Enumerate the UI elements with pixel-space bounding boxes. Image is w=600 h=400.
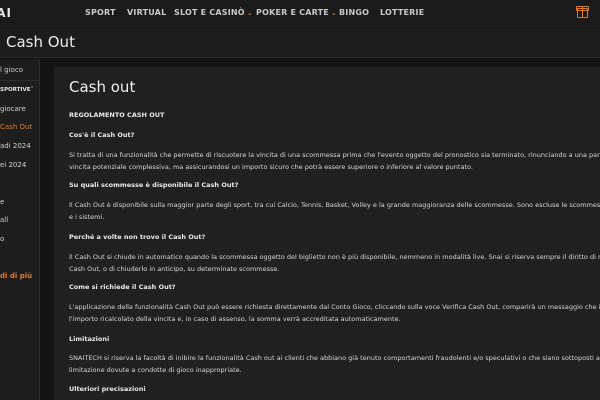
chevron-up-icon[interactable]: ⌃ [30, 86, 34, 92]
faq-question: Cos'è il Cash Out? [69, 131, 135, 139]
sidebar-item-2024-a[interactable]: adi 2024 [0, 142, 31, 150]
faq-question: Su quali scommesse è disponibile il Cash… [69, 181, 239, 189]
nav-item-virtual[interactable]: VIRTUAL [127, 8, 166, 17]
sidebar-item-gioco[interactable]: l gioco [0, 66, 23, 74]
faq-question: Come si richiede il Cash Out? [69, 283, 176, 291]
nav-item-poker-carte[interactable]: POKER E CARTE ⌄ [256, 8, 337, 17]
sidebar: l gioco SPORTIVE ⌃ giocare Cash Out adi … [0, 59, 40, 400]
faq-answer-line: L'applicazione della funzionalità Cash O… [69, 303, 600, 311]
faq-answer-line: Il Cash Out si chiude in automatico quan… [69, 253, 600, 261]
faq-question: Ulteriori precisazioni [69, 385, 146, 393]
gift-icon[interactable] [576, 6, 589, 18]
faq-answer-line: SNAITECH si riserva la facoltà di inibir… [69, 354, 600, 362]
logo[interactable]: SNAI [0, 6, 12, 20]
faq-answer-line: vincita potenziale complessiva, ma assic… [69, 163, 473, 171]
sidebar-section-sportive[interactable]: SPORTIVE [0, 87, 30, 93]
sidebar-item-o[interactable]: o [0, 235, 4, 243]
sidebar-item-cash-out[interactable]: Cash Out [0, 123, 32, 131]
sidebar-more-link[interactable]: di di più [0, 272, 32, 280]
faq-answer-line: e i sistemi. [69, 213, 105, 221]
content-title: Cash out [69, 78, 136, 96]
sidebar-item-2024-b[interactable]: ei 2024 [0, 161, 26, 169]
nav-item-slot-casino-label: SLOT E CASINÒ [174, 8, 245, 17]
nav-item-slot-casino[interactable]: SLOT E CASINÒ ⌄ [174, 8, 253, 17]
chevron-down-icon: ⌄ [330, 9, 337, 17]
faq-answer-line: l'importo ricalcolato della vincita e, i… [69, 315, 401, 323]
faq-question: Limitazioni [69, 335, 110, 343]
faq-answer-line: limitazione dovute a condotte di gioco i… [69, 366, 242, 374]
page-title: Cash Out [6, 33, 75, 51]
nav-item-bingo[interactable]: BINGO [339, 8, 369, 17]
top-navigation-bar: SNAI SPORT VIRTUAL SLOT E CASINÒ⌄ POKER … [0, 0, 600, 27]
sidebar-divider [0, 80, 40, 81]
nav-item-poker-carte-label: POKER E CARTE [256, 8, 329, 17]
faq-answer-line: Cash Out, o di chiuderlo in anticipo, su… [69, 265, 280, 273]
chevron-down-icon: ⌄ [246, 9, 253, 17]
nav-item-lotterie[interactable]: LOTTERIE [380, 8, 424, 17]
faq-question: Perché a volte non trovo il Cash Out? [69, 233, 206, 241]
sidebar-item-giocare[interactable]: giocare [0, 105, 26, 113]
nav-item-sport[interactable]: SPORT [85, 8, 116, 17]
regulation-heading: REGOLAMENTO CASH OUT [69, 111, 165, 119]
sidebar-item-e[interactable]: e [0, 198, 4, 206]
faq-answer-line: Il Cash Out è disponibile sulla maggior … [69, 201, 600, 209]
content-panel: Cash out REGOLAMENTO CASH OUT Cos'è il C… [54, 67, 600, 400]
sidebar-item-all[interactable]: all [0, 216, 8, 224]
faq-answer-line: Si tratta di una funzionalità che permet… [69, 151, 600, 159]
page-header: Cash Out [0, 28, 600, 58]
